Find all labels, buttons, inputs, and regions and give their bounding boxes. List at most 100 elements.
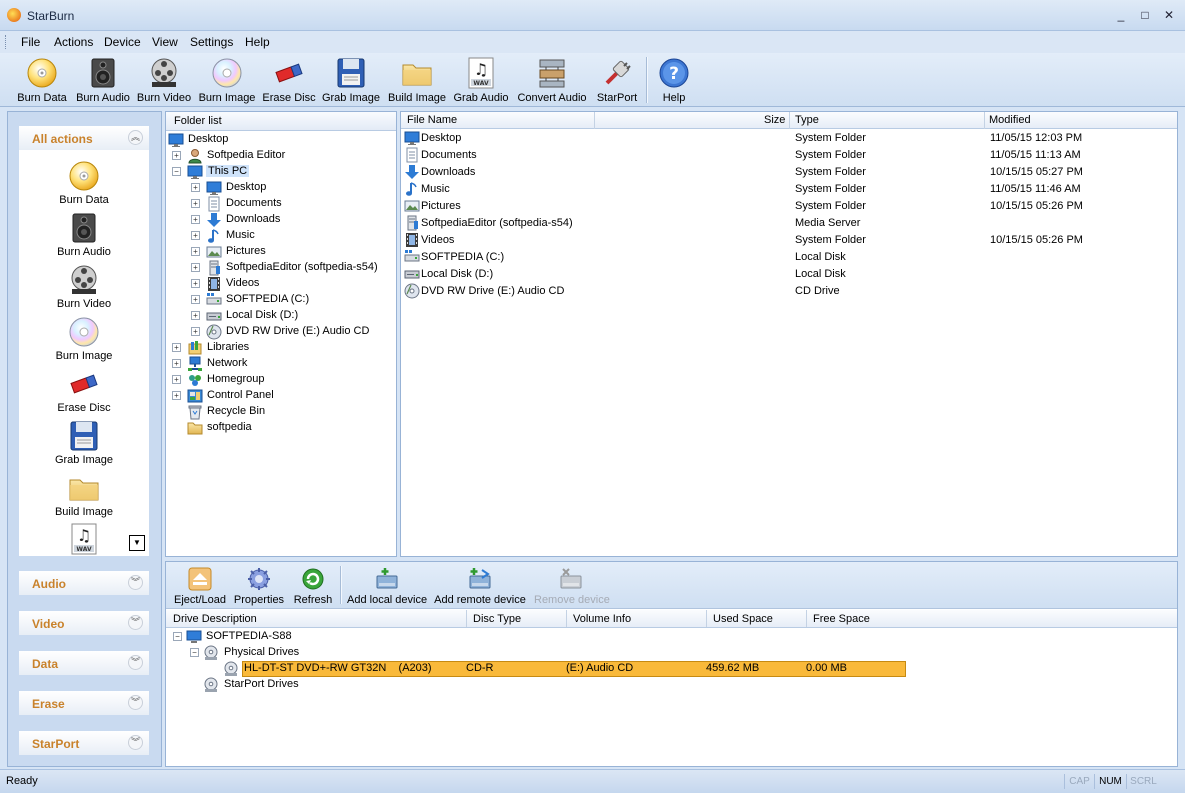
column-divider[interactable] bbox=[806, 610, 807, 627]
expand-down-icon[interactable]: ︾ bbox=[128, 615, 143, 630]
column-divider[interactable] bbox=[594, 112, 595, 129]
file-row[interactable]: SoftpediaEditor (softpedia-s54) Media Ser… bbox=[404, 215, 1174, 232]
expand-plus-icon[interactable]: + bbox=[191, 327, 200, 336]
file-row[interactable]: Documents System Folder 11/05/15 11:13 AM bbox=[404, 147, 1174, 164]
group-starport[interactable]: StarPort ︾ bbox=[19, 731, 149, 755]
toolbar-starport-button[interactable]: StarPort bbox=[593, 55, 641, 107]
expand-plus-icon[interactable]: + bbox=[172, 151, 181, 160]
minimize-button[interactable]: _ bbox=[1110, 6, 1132, 24]
expand-plus-icon[interactable]: + bbox=[191, 295, 200, 304]
menu-view[interactable]: View bbox=[152, 35, 178, 49]
expand-plus-icon[interactable]: + bbox=[172, 375, 181, 384]
remove-device-icon bbox=[559, 567, 583, 591]
toolbar-grab-image-button[interactable]: Grab Image bbox=[321, 55, 381, 107]
eject-load-button[interactable]: Eject/Load bbox=[173, 567, 227, 606]
column-divider[interactable] bbox=[789, 112, 790, 129]
group-audio[interactable]: Audio ︾ bbox=[19, 571, 149, 595]
column-divider[interactable] bbox=[466, 610, 467, 627]
expand-down-icon[interactable]: ︾ bbox=[128, 735, 143, 750]
group-video[interactable]: Video ︾ bbox=[19, 611, 149, 635]
toolbar-erase-disc-button[interactable]: Erase Disc bbox=[262, 55, 316, 107]
expand-plus-icon[interactable]: + bbox=[191, 263, 200, 272]
menu-actions[interactable]: Actions bbox=[54, 35, 93, 49]
expand-plus-icon[interactable]: + bbox=[172, 359, 181, 368]
toolbar-build-image-button[interactable]: Build Image bbox=[386, 55, 448, 107]
column-type[interactable]: Type bbox=[795, 114, 819, 126]
refresh-button[interactable]: Refresh bbox=[292, 567, 334, 606]
action-burn-video[interactable]: Burn Video bbox=[19, 264, 149, 310]
tree-label: Videos bbox=[226, 277, 260, 289]
user-icon bbox=[187, 148, 203, 164]
expand-down-icon[interactable]: ︾ bbox=[128, 575, 143, 590]
expand-plus-icon[interactable]: + bbox=[191, 247, 200, 256]
expand-plus-icon[interactable]: + bbox=[191, 183, 200, 192]
file-row[interactable]: Desktop System Folder 11/05/15 12:03 PM bbox=[404, 130, 1174, 147]
remove-device-button[interactable]: Remove device bbox=[534, 567, 610, 606]
maximize-button[interactable]: □ bbox=[1134, 6, 1156, 24]
action-grab-image[interactable]: Grab Image bbox=[19, 420, 149, 466]
toolbar-burn-data-button[interactable]: Burn Data bbox=[14, 55, 70, 107]
toolbar-burn-image-button[interactable]: Burn Image bbox=[197, 55, 257, 107]
title-bar: StarBurn _ □ ✕ bbox=[0, 0, 1185, 31]
column-modified[interactable]: Modified bbox=[989, 114, 1031, 126]
collapse-minus-icon[interactable]: − bbox=[190, 648, 199, 657]
column-divider[interactable] bbox=[566, 610, 567, 627]
column-drive-description[interactable]: Drive Description bbox=[173, 613, 257, 625]
floppy-icon bbox=[335, 57, 367, 89]
action-burn-data[interactable]: Burn Data bbox=[19, 160, 149, 206]
file-row[interactable]: Downloads System Folder 10/15/15 05:27 PM bbox=[404, 164, 1174, 181]
expand-plus-icon[interactable]: + bbox=[191, 279, 200, 288]
expand-plus-icon[interactable]: + bbox=[172, 391, 181, 400]
file-modified: 10/15/15 05:26 PM bbox=[990, 200, 1083, 212]
close-button[interactable]: ✕ bbox=[1158, 6, 1180, 24]
file-type: System Folder bbox=[795, 200, 866, 212]
column-size[interactable]: Size bbox=[764, 114, 785, 126]
column-divider[interactable] bbox=[984, 112, 985, 129]
file-row[interactable]: Pictures System Folder 10/15/15 05:26 PM bbox=[404, 198, 1174, 215]
add-local-device-button[interactable]: Add local device bbox=[347, 567, 427, 606]
action-burn-audio[interactable]: Burn Audio bbox=[19, 212, 149, 258]
group-data[interactable]: Data ︾ bbox=[19, 651, 149, 675]
expand-plus-icon[interactable]: + bbox=[191, 231, 200, 240]
column-volume-info[interactable]: Volume Info bbox=[573, 613, 631, 625]
toolbar-convert-audio-button[interactable]: Convert Audio bbox=[514, 55, 590, 107]
collapse-minus-icon[interactable]: − bbox=[172, 167, 181, 176]
toolbar-burn-audio-button[interactable]: Burn Audio bbox=[74, 55, 132, 107]
device-toolbar-separator bbox=[340, 566, 342, 604]
action-erase-disc[interactable]: Erase Disc bbox=[19, 368, 149, 414]
scroll-down-icon[interactable]: ▼ bbox=[129, 535, 145, 551]
expand-plus-icon[interactable]: + bbox=[191, 311, 200, 320]
all-actions-header[interactable]: All actions ︽ bbox=[19, 126, 149, 150]
expand-down-icon[interactable]: ︾ bbox=[128, 655, 143, 670]
expand-plus-icon[interactable]: + bbox=[191, 215, 200, 224]
group-label: Video bbox=[32, 617, 65, 631]
expand-down-icon[interactable]: ︾ bbox=[128, 695, 143, 710]
collapse-up-icon[interactable]: ︽ bbox=[128, 130, 143, 145]
menu-device[interactable]: Device bbox=[104, 35, 141, 49]
toolbar-grab-audio-button[interactable]: Grab Audio bbox=[452, 55, 510, 107]
file-row[interactable]: Videos System Folder 10/15/15 05:26 PM bbox=[404, 232, 1174, 249]
toolbar-help-button[interactable]: Help bbox=[656, 55, 692, 107]
action-build-image[interactable]: Build Image bbox=[19, 472, 149, 518]
device-row-selected[interactable]: HL-DT-ST DVD+-RW GT32N (A203) CD-R (E:) … bbox=[208, 661, 908, 677]
menu-help[interactable]: Help bbox=[245, 35, 270, 49]
add-remote-device-button[interactable]: Add remote device bbox=[434, 567, 526, 606]
group-erase[interactable]: Erase ︾ bbox=[19, 691, 149, 715]
action-burn-image[interactable]: Burn Image bbox=[19, 316, 149, 362]
file-row[interactable]: SOFTPEDIA (C:) Local Disk bbox=[404, 249, 1174, 266]
column-divider[interactable] bbox=[706, 610, 707, 627]
menu-settings[interactable]: Settings bbox=[190, 35, 233, 49]
toolbar-burn-video-button[interactable]: Burn Video bbox=[136, 55, 192, 107]
file-row[interactable]: DVD RW Drive (E:) Audio CD CD Drive bbox=[404, 283, 1174, 300]
file-row[interactable]: Music System Folder 11/05/15 11:46 AM bbox=[404, 181, 1174, 198]
column-file-name[interactable]: File Name bbox=[407, 114, 457, 126]
expand-plus-icon[interactable]: + bbox=[172, 343, 181, 352]
column-free-space[interactable]: Free Space bbox=[813, 613, 870, 625]
column-disc-type[interactable]: Disc Type bbox=[473, 613, 521, 625]
collapse-minus-icon[interactable]: − bbox=[173, 632, 182, 641]
menu-file[interactable]: File bbox=[21, 35, 40, 49]
properties-button[interactable]: Properties bbox=[233, 567, 285, 606]
file-row[interactable]: Local Disk (D:) Local Disk bbox=[404, 266, 1174, 283]
expand-plus-icon[interactable]: + bbox=[191, 199, 200, 208]
column-used-space[interactable]: Used Space bbox=[713, 613, 773, 625]
